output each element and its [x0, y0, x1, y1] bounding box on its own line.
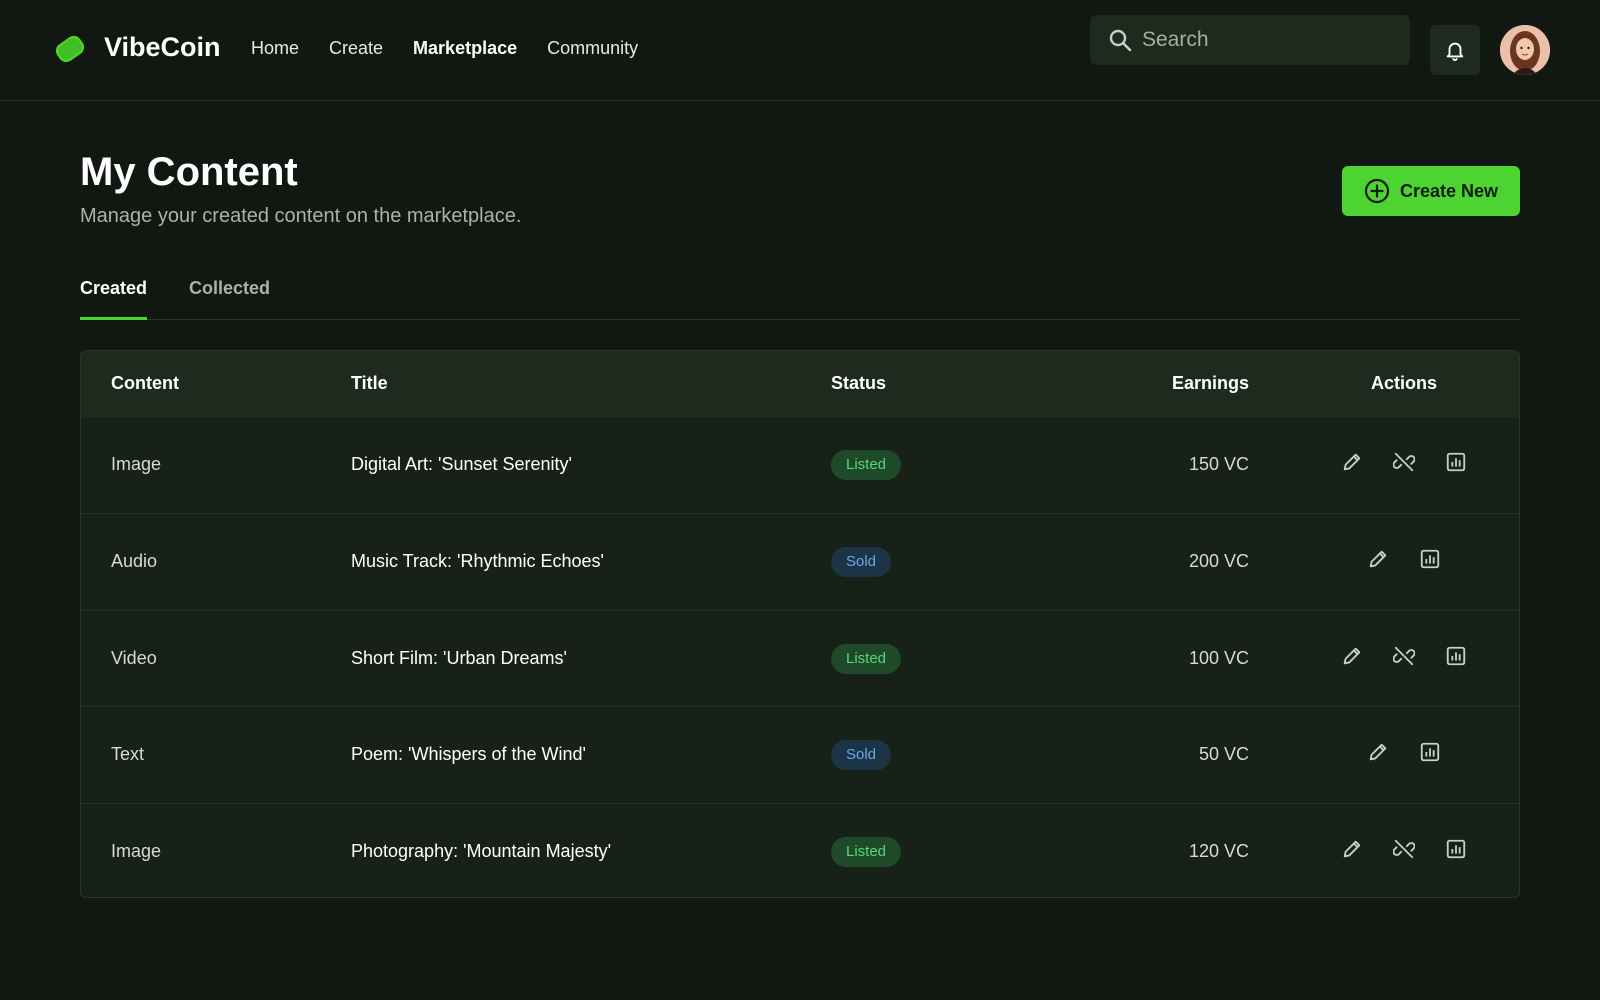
content-title[interactable]: Photography: 'Mountain Majesty': [351, 841, 611, 862]
table-body: Image Digital Art: 'Sunset Serenity' Liste…: [81, 417, 1519, 897]
unlist-button[interactable]: [1393, 645, 1415, 667]
stats-button[interactable]: [1419, 741, 1441, 763]
content-tabs: Created Collected: [80, 270, 1520, 320]
table-row: Video Short Film: 'Urban Dreams' Listed 100…: [81, 609, 1519, 706]
pencil-icon: [1369, 743, 1387, 761]
earnings-value: 120 VC: [1188, 840, 1249, 861]
status-badge: Sold: [831, 547, 892, 578]
plus-circle-icon: [1364, 178, 1390, 204]
search-box[interactable]: [1090, 15, 1410, 65]
status-badge: Sold: [831, 740, 892, 771]
content-type: Text: [111, 744, 145, 765]
row-actions: [1289, 838, 1519, 860]
column-header-actions: Actions: [1370, 373, 1437, 393]
link-off-icon: [1393, 452, 1415, 472]
status-badge: Listed: [831, 643, 902, 674]
search-icon: [1109, 29, 1132, 52]
column-header-title: Title: [351, 373, 388, 393]
column-header-status: Status: [831, 373, 887, 393]
content-type: Video: [111, 647, 157, 668]
vibecoin-logo-icon[interactable]: [52, 31, 88, 67]
pencil-icon: [1369, 551, 1387, 568]
tab-collected[interactable]: Collected: [189, 278, 270, 317]
page-title: My Content: [80, 150, 298, 194]
edit-button[interactable]: [1341, 838, 1363, 860]
nav-create[interactable]: Create: [329, 38, 383, 59]
user-avatar[interactable]: [1500, 25, 1550, 75]
content-table: Content Title Status Earnings Actions Im…: [80, 350, 1520, 898]
link-off-icon: [1393, 646, 1415, 665]
table-row: Image Digital Art: 'Sunset Serenity' Liste…: [81, 417, 1519, 513]
table-header: Content Title Status Earnings Actions: [81, 351, 1519, 417]
column-header-earnings: Earnings: [1171, 373, 1249, 393]
content-type: Audio: [111, 551, 158, 572]
stats-button[interactable]: [1445, 451, 1467, 473]
chart-icon: [1446, 646, 1466, 665]
brand-name[interactable]: VibeCoin: [104, 32, 221, 63]
table-row: Image Photography: 'Mountain Majesty' List…: [81, 802, 1519, 897]
main-nav: Home Create Marketplace Community: [251, 38, 638, 59]
row-actions: [1289, 741, 1519, 763]
unlist-button[interactable]: [1393, 838, 1415, 860]
table-row: Audio Music Track: 'Rhythmic Echoes' Sold 2…: [81, 513, 1519, 609]
page-subtitle: Manage your created content on the marke…: [80, 205, 522, 227]
avatar-icon: [1500, 25, 1550, 75]
chart-icon: [1420, 550, 1440, 569]
row-actions: [1289, 451, 1519, 473]
search-input[interactable]: [1142, 28, 1382, 52]
nav-marketplace[interactable]: Marketplace: [413, 38, 517, 59]
create-new-label: Create New: [1399, 180, 1499, 201]
stats-button[interactable]: [1445, 838, 1467, 860]
edit-button[interactable]: [1341, 451, 1363, 473]
earnings-value: 200 VC: [1188, 551, 1249, 572]
top-header: VibeCoin Home Create Marketplace Communi…: [0, 0, 1600, 101]
pencil-icon: [1343, 453, 1361, 471]
row-actions: [1289, 645, 1519, 667]
table-row: Text Poem: 'Whispers of the Wind' Sold 50 V…: [81, 706, 1519, 802]
link-off-icon: [1393, 839, 1415, 858]
earnings-value: 150 VC: [1188, 454, 1249, 474]
status-badge: Listed: [831, 836, 902, 867]
content-title[interactable]: Short Film: 'Urban Dreams': [351, 648, 567, 669]
row-actions: [1289, 548, 1519, 570]
edit-button[interactable]: [1367, 741, 1389, 763]
content-type: Image: [111, 840, 162, 861]
content-title[interactable]: Poem: 'Whispers of the Wind': [351, 744, 586, 765]
notifications-button[interactable]: [1430, 25, 1480, 75]
stats-button[interactable]: [1419, 548, 1441, 570]
earnings-value: 100 VC: [1188, 647, 1249, 668]
column-header-content: Content: [111, 373, 179, 393]
chart-icon: [1420, 743, 1440, 762]
chart-icon: [1446, 839, 1466, 858]
content-title[interactable]: Music Track: 'Rhythmic Echoes': [351, 551, 604, 572]
edit-button[interactable]: [1341, 645, 1363, 667]
status-badge: Listed: [831, 450, 902, 480]
nav-community[interactable]: Community: [547, 38, 638, 59]
unlist-button[interactable]: [1393, 451, 1415, 473]
tab-created[interactable]: Created: [80, 278, 148, 320]
edit-button[interactable]: [1367, 548, 1389, 570]
create-new-button[interactable]: Create New: [1342, 166, 1520, 216]
chart-icon: [1446, 452, 1466, 472]
content-title[interactable]: Digital Art: 'Sunset Serenity': [351, 454, 572, 475]
content-type: Image: [111, 454, 162, 474]
nav-home[interactable]: Home: [251, 38, 299, 59]
stats-button[interactable]: [1445, 645, 1467, 667]
earnings-value: 50 VC: [1198, 744, 1249, 765]
pencil-icon: [1343, 840, 1361, 857]
pencil-icon: [1343, 647, 1361, 665]
bell-icon: [1446, 42, 1464, 61]
